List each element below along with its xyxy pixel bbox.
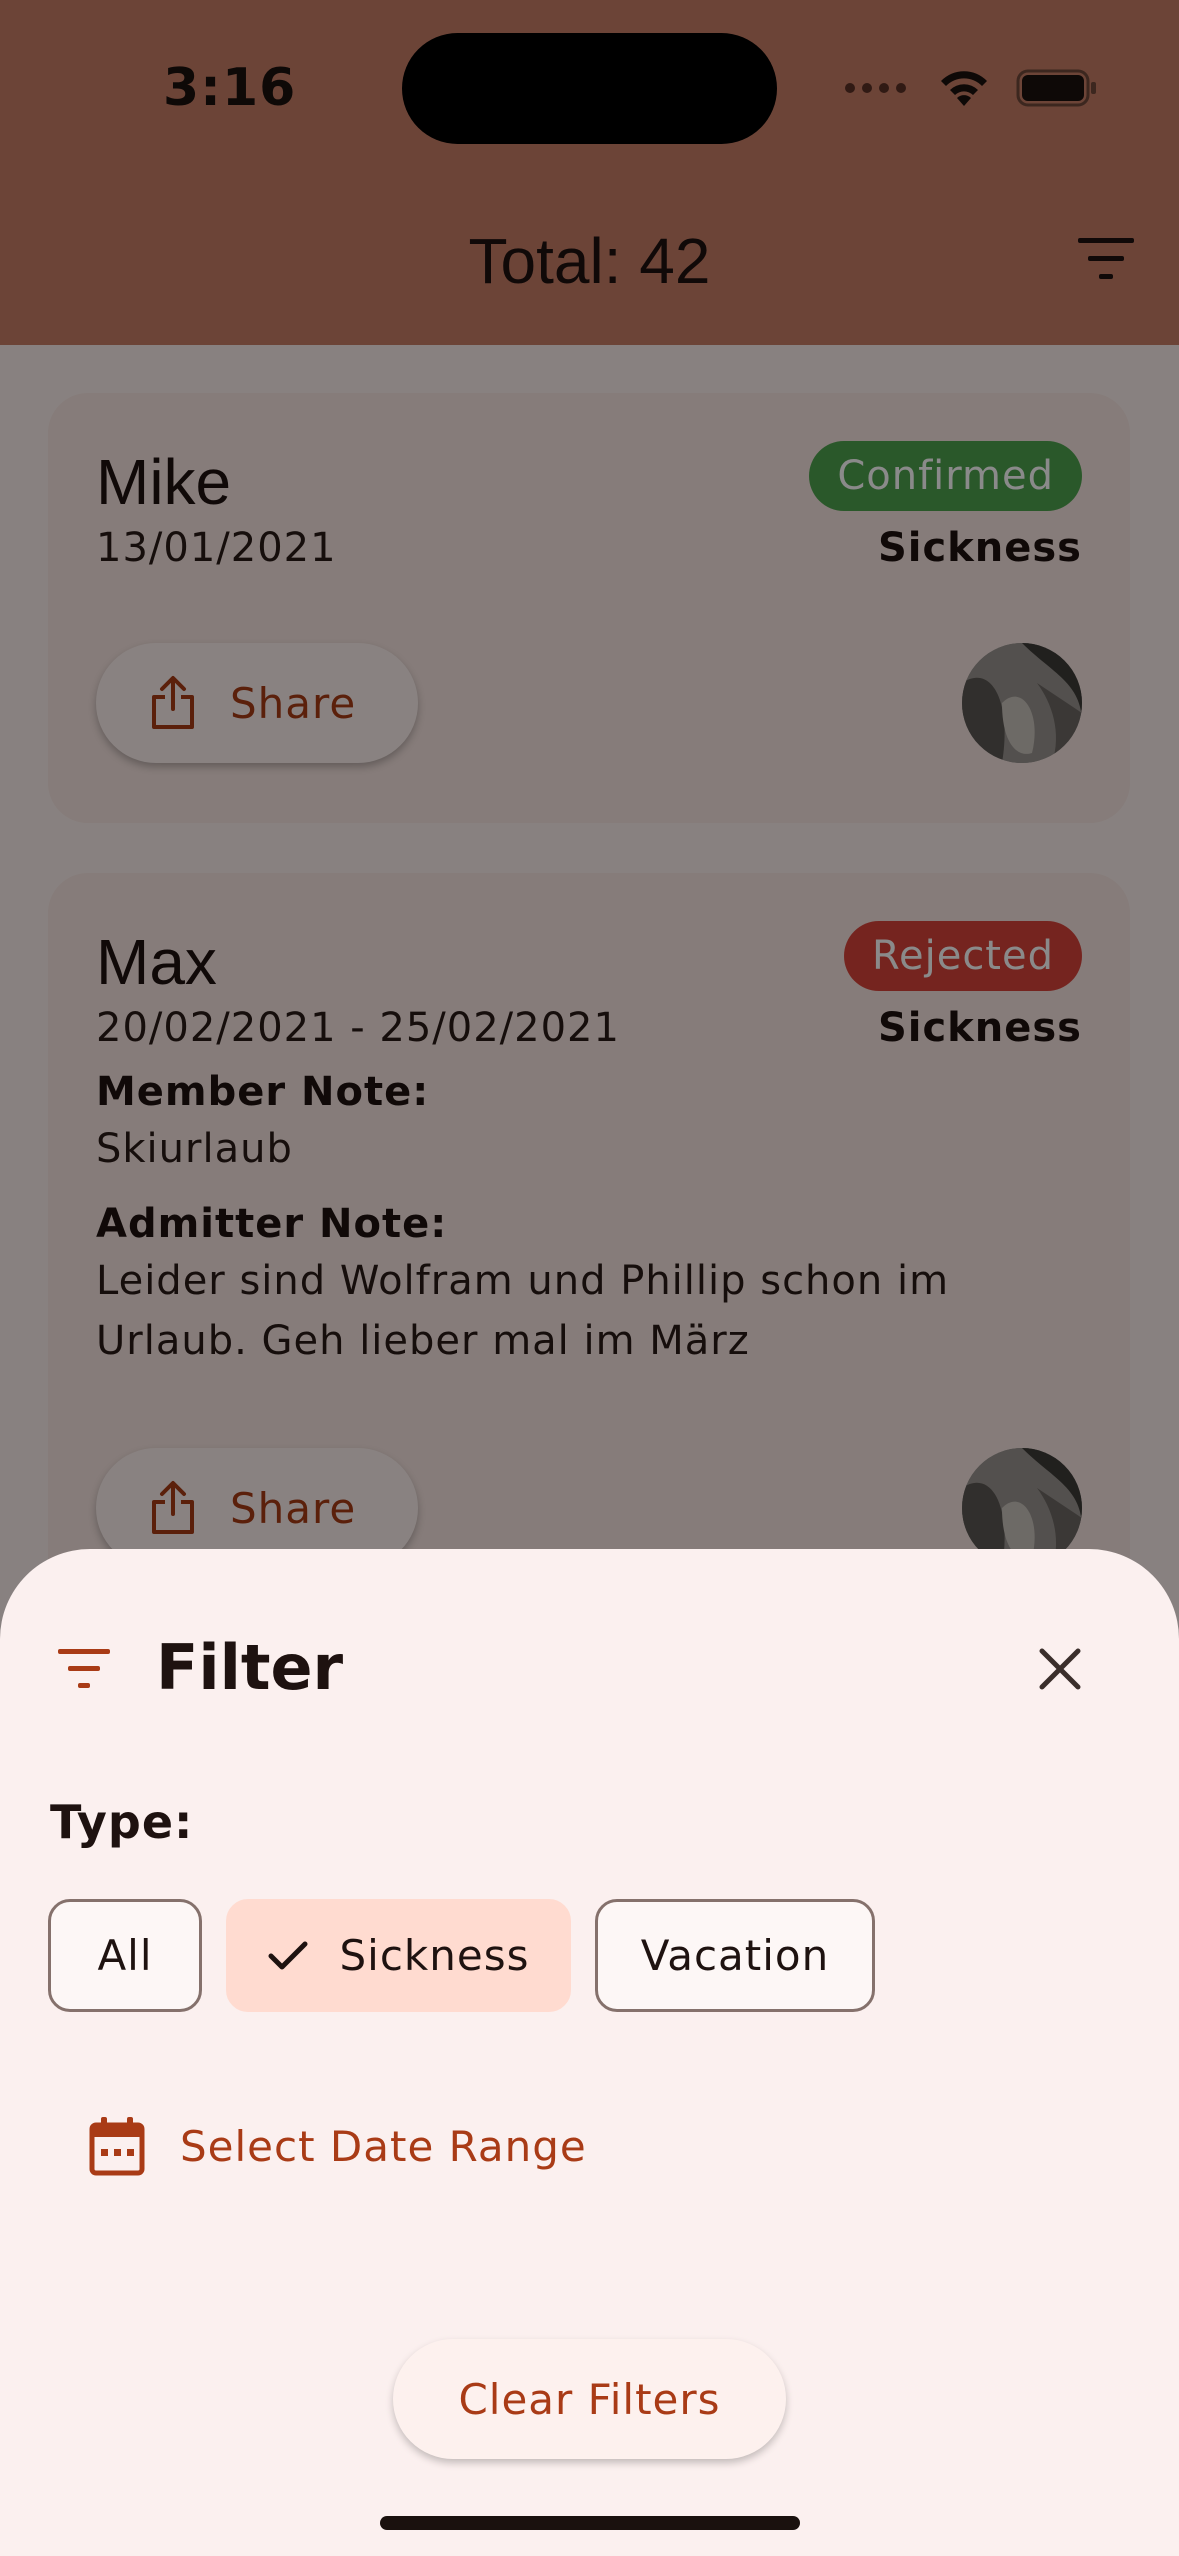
chip-label: All [97,1931,153,1980]
chip-label: Vacation [640,1931,830,1980]
filter-bottom-sheet: Filter Type: All Sickness Vacation Selec… [0,1549,1179,2556]
clear-filters-label: Clear Filters [458,2374,721,2424]
chip-label: Sickness [339,1931,530,1980]
chip-vacation[interactable]: Vacation [595,1899,875,2012]
sheet-title: Filter [156,1631,344,1704]
chip-sickness[interactable]: Sickness [226,1899,571,2012]
check-icon [268,1941,308,1969]
type-label: Type: [50,1795,194,1849]
clear-filters-button[interactable]: Clear Filters [393,2339,786,2459]
home-indicator [380,2516,800,2530]
calendar-icon [89,2117,145,2176]
close-icon[interactable] [1036,1645,1084,1693]
chip-all[interactable]: All [48,1899,202,2012]
filter-icon [58,1649,110,1688]
select-date-range-button[interactable]: Select Date Range [88,2115,587,2177]
date-range-label: Select Date Range [180,2121,587,2171]
